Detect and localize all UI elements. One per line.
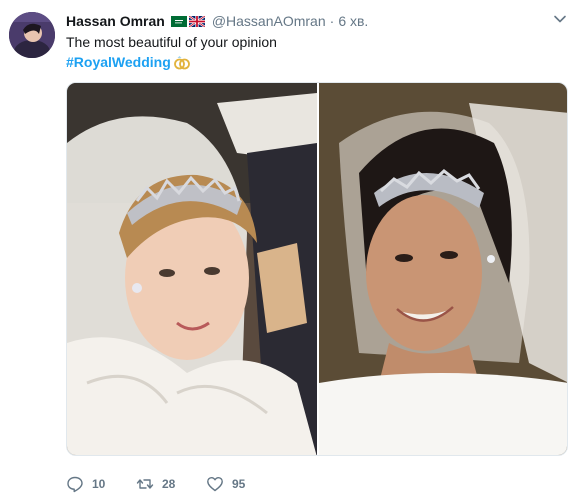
hashtag-line: #RoyalWedding	[66, 52, 191, 72]
tweet-actions: 10 28 95	[66, 475, 276, 493]
media-photo-left[interactable]	[67, 83, 317, 455]
tweet-media[interactable]	[66, 82, 568, 456]
tweet-header: Hassan Omran @HassanAOmran · 6 хв.	[66, 11, 368, 31]
hashtag-link[interactable]: #RoyalWedding	[66, 52, 171, 72]
avatar-image	[9, 12, 55, 58]
author-handle[interactable]: @HassanAOmran	[212, 13, 326, 29]
united-kingdom-flag-icon	[188, 15, 205, 27]
like-button[interactable]: 95	[206, 475, 256, 493]
chevron-down-icon[interactable]	[553, 12, 567, 26]
reply-count: 10	[92, 477, 106, 491]
retweet-button[interactable]: 28	[136, 475, 186, 493]
saudi-arabia-flag-icon	[170, 15, 187, 27]
tweet-timestamp[interactable]: 6 хв.	[338, 13, 368, 29]
rings-icon	[173, 56, 190, 70]
bride-photo-left	[67, 83, 317, 455]
reply-icon	[67, 476, 83, 493]
tweet[interactable]: Hassan Omran @HassanAOmran · 6 хв. The m…	[0, 0, 577, 501]
like-count: 95	[232, 477, 246, 491]
author-name[interactable]: Hassan Omran	[66, 13, 165, 29]
media-photo-right[interactable]	[319, 83, 567, 455]
separator-dot: ·	[329, 13, 335, 29]
retweet-count: 28	[162, 477, 176, 491]
bride-photo-right	[319, 83, 567, 455]
tweet-text: The most beautiful of your opinion	[66, 34, 277, 50]
heart-icon	[207, 477, 223, 492]
retweet-icon	[136, 479, 154, 489]
reply-button[interactable]: 10	[66, 475, 116, 493]
avatar[interactable]	[9, 12, 55, 58]
